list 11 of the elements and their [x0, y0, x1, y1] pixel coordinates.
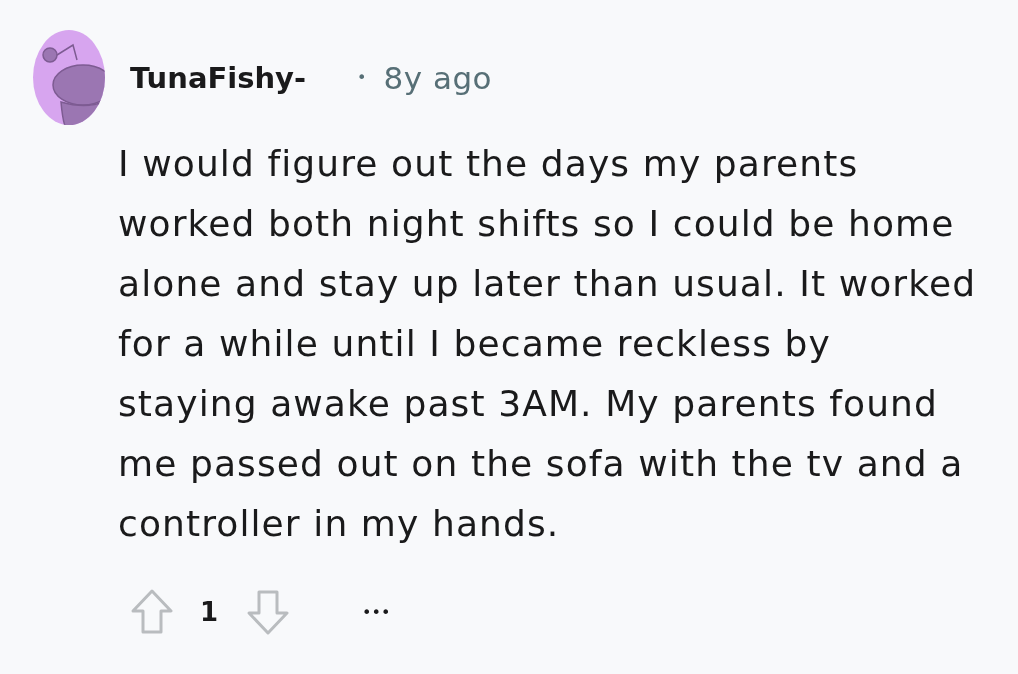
downvote-button[interactable]	[246, 589, 291, 635]
timestamp: 8y ago	[383, 59, 493, 96]
comment-text: I would figure out the days my parents worked both night shifts so I could be home alone and stay up later than usual. It worked for a while until I became reckless by staying awake past 3AM. My parents found me passed out on the sofa with the tv and a controller in my hands.	[118, 142, 978, 546]
avatar-icon[interactable]	[33, 30, 105, 125]
separator-dot: •	[357, 68, 367, 87]
down-arrow-icon	[246, 589, 291, 635]
upvote-button[interactable]	[130, 589, 174, 635]
vote-count: 1	[200, 597, 219, 627]
username[interactable]: TunaFishy-	[130, 60, 307, 95]
up-arrow-icon	[130, 589, 174, 635]
more-options-button[interactable]: •••	[362, 602, 391, 622]
